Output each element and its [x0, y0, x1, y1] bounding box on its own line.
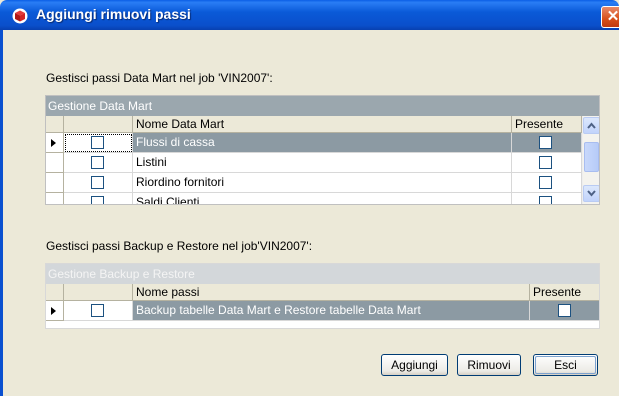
column-header-check[interactable]	[64, 284, 133, 301]
select-checkbox[interactable]	[91, 176, 104, 189]
select-checkbox[interactable]	[91, 304, 104, 317]
row-selector[interactable]	[46, 301, 64, 321]
column-header-present[interactable]: Presente	[512, 116, 582, 133]
select-cell[interactable]	[64, 173, 133, 193]
row-selector[interactable]	[46, 133, 64, 153]
row-header-corner	[46, 116, 64, 133]
datamart-grid: Gestione Data Mart Nome Data Mart Presen…	[45, 95, 600, 205]
select-cell[interactable]	[64, 193, 133, 204]
dialog-window: Aggiungi rimuovi passi ✕ Gestisci passi …	[0, 0, 619, 396]
column-header-present[interactable]: Presente	[530, 284, 599, 301]
column-header-name[interactable]: Nome Data Mart	[133, 116, 512, 133]
datamart-name: Riordino fornitori	[133, 173, 512, 193]
select-cell[interactable]	[64, 133, 133, 153]
datamart-name: Flussi di cassa	[133, 133, 512, 153]
present-cell[interactable]	[512, 133, 582, 153]
present-checkbox[interactable]	[558, 304, 571, 317]
current-row-arrow-icon	[51, 139, 56, 147]
present-cell[interactable]	[512, 193, 582, 204]
present-cell[interactable]	[530, 301, 599, 321]
window-title: Aggiungi rimuovi passi	[36, 6, 191, 22]
scroll-thumb[interactable]	[584, 142, 599, 172]
column-header-check[interactable]	[64, 116, 133, 133]
scroll-down-button[interactable]	[583, 185, 599, 202]
select-cell[interactable]	[64, 301, 133, 321]
select-cell[interactable]	[64, 153, 133, 173]
present-checkbox[interactable]	[539, 176, 552, 189]
window-frame-left	[0, 30, 3, 396]
scroll-up-button[interactable]	[583, 117, 599, 134]
datamart-name: Saldi Clienti	[133, 193, 512, 204]
table-row[interactable]: Backup tabelle Data Mart e Restore tabel…	[46, 301, 599, 321]
present-checkbox[interactable]	[539, 136, 552, 149]
backup-grid: Gestione Backup e Restore Nome passi Pre…	[45, 263, 600, 329]
backup-grid-caption: Gestione Backup e Restore	[46, 264, 599, 284]
column-header-name[interactable]: Nome passi	[133, 284, 530, 301]
row-selector[interactable]	[46, 153, 64, 173]
chevron-down-icon	[587, 190, 596, 197]
backup-section-label: Gestisci passi Backup e Restore nel job'…	[46, 239, 313, 253]
datamart-grid-caption: Gestione Data Mart	[46, 96, 599, 116]
add-button[interactable]: Aggiungi	[381, 354, 448, 376]
datamart-vertical-scrollbar[interactable]	[582, 116, 599, 204]
app-cube-icon	[12, 8, 28, 24]
row-selector[interactable]	[46, 193, 64, 204]
current-row-arrow-icon	[51, 307, 56, 315]
present-cell[interactable]	[512, 173, 582, 193]
remove-button[interactable]: Rimuovi	[457, 354, 521, 376]
present-cell[interactable]	[512, 153, 582, 173]
select-checkbox[interactable]	[91, 136, 104, 149]
select-checkbox[interactable]	[91, 196, 104, 204]
title-bar[interactable]: Aggiungi rimuovi passi ✕	[0, 0, 619, 30]
table-row[interactable]: Saldi Clienti	[46, 193, 582, 204]
close-button[interactable]: ✕	[601, 6, 619, 28]
step-name: Backup tabelle Data Mart e Restore tabel…	[133, 301, 530, 321]
table-row[interactable]: Listini	[46, 153, 582, 173]
datamart-name: Listini	[133, 153, 512, 173]
exit-button[interactable]: Esci	[533, 354, 598, 376]
row-header-corner	[46, 284, 64, 301]
select-checkbox[interactable]	[91, 156, 104, 169]
present-checkbox[interactable]	[539, 196, 552, 204]
datamart-section-label: Gestisci passi Data Mart nel job 'VIN200…	[46, 71, 273, 85]
row-selector[interactable]	[46, 173, 64, 193]
table-row[interactable]: Riordino fornitori	[46, 173, 582, 193]
table-row[interactable]: Flussi di cassa	[46, 133, 582, 153]
present-checkbox[interactable]	[539, 156, 552, 169]
chevron-up-icon	[587, 122, 596, 129]
